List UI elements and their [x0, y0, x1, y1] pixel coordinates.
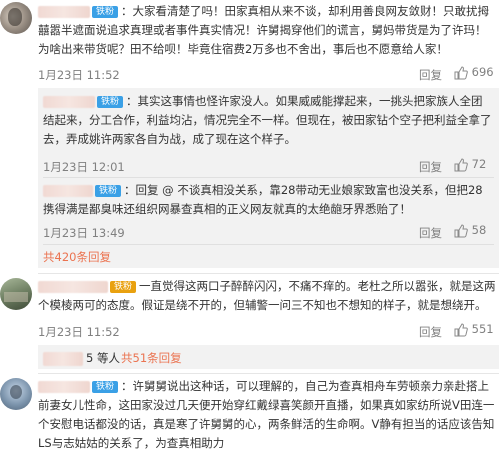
like-button[interactable]: 696	[454, 65, 494, 80]
divider	[43, 177, 494, 178]
reply-summary-people: 5 等人	[86, 351, 120, 365]
username[interactable]	[43, 184, 93, 197]
thumbs-up-icon	[454, 322, 468, 336]
fan-badge: 铁粉	[95, 184, 122, 197]
like-button[interactable]: 551	[454, 322, 494, 337]
like-count: 72	[471, 157, 487, 171]
reply-date: 1月23日 12:01	[43, 160, 125, 174]
comment-date: 1月23日 11:52	[38, 68, 120, 82]
fan-badge: 铁粉	[92, 5, 119, 18]
comment-text: 铁粉 一直觉得这两口子醉醉闪闪，不痛不痒的。老杜之所以嚣张，就是这两个模棱两可的态…	[38, 277, 496, 315]
fan-badge: 铁粉	[110, 280, 137, 293]
avatar[interactable]	[0, 378, 32, 410]
fan-badge: 铁粉	[92, 380, 119, 393]
comment-text: 铁粉 ：大家看清楚了吗！田家真相从来不谈，却利用善良网友敛财！只敢扰拇囍嚣半遮面说…	[38, 2, 496, 59]
fan-badge: 铁粉	[97, 95, 124, 108]
reply-summary-avatars	[43, 348, 83, 366]
comment-text: 铁粉 ：许舅舅说出这种话，可以理解的，自己为查真相舟车劳顿亲力亲赴搭上前妻女儿性命…	[38, 377, 496, 453]
like-count: 551	[471, 322, 494, 336]
like-button[interactable]: 58	[454, 223, 486, 238]
username[interactable]	[38, 280, 108, 293]
comment-date: 1月23日 11:52	[38, 325, 120, 339]
divider	[38, 373, 499, 374]
reply-date: 1月23日 13:49	[43, 226, 125, 240]
thumbs-up-icon	[454, 223, 468, 237]
username[interactable]	[38, 5, 90, 18]
divider	[38, 273, 499, 274]
reply-text: 铁粉 ：其实这事情也怪许家没人。如果威威能撑起来，一挑头把家族人全团结起来，分工合…	[43, 92, 493, 149]
reply-button[interactable]: 回复	[419, 159, 442, 175]
reply-button[interactable]: 回复	[419, 225, 442, 241]
more-replies-link[interactable]: 共420条回复	[43, 249, 111, 265]
blurred-avatar	[43, 351, 83, 366]
like-count: 696	[471, 65, 494, 79]
like-count: 58	[471, 223, 487, 237]
reply-button[interactable]: 回复	[419, 324, 442, 340]
thumbs-up-icon	[454, 65, 468, 79]
avatar[interactable]	[0, 278, 32, 310]
like-button[interactable]: 72	[454, 157, 486, 172]
more-replies-link[interactable]: 共51条回复	[121, 350, 182, 366]
avatar[interactable]	[0, 2, 32, 34]
reply-button[interactable]: 回复	[419, 67, 442, 83]
thumbs-up-icon	[454, 157, 468, 171]
reply-text: 铁粉 ：回复 @ 不谈真相没关系，靠28带动无业娘家致富也没关系，但把28携得满是…	[43, 181, 493, 219]
divider	[43, 244, 494, 245]
username[interactable]	[38, 380, 90, 393]
username[interactable]	[43, 95, 95, 108]
